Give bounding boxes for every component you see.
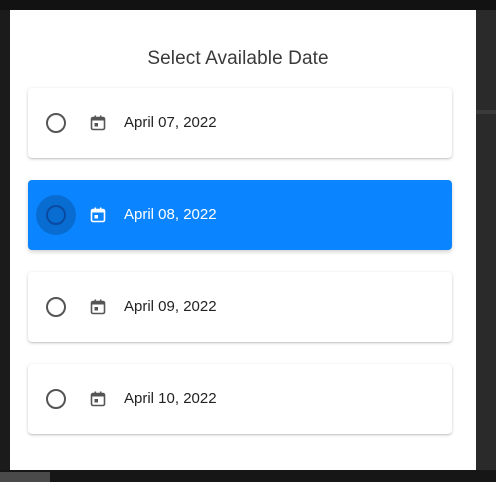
backdrop-chip bbox=[0, 472, 50, 482]
date-option-april-08[interactable]: April 08, 2022 bbox=[28, 180, 452, 250]
backdrop-right bbox=[476, 10, 496, 482]
radio-button-icon[interactable] bbox=[46, 389, 66, 409]
dialog-title: Select Available Date bbox=[147, 48, 329, 69]
calendar-icon bbox=[90, 391, 106, 407]
date-option-april-07[interactable]: April 07, 2022 bbox=[28, 88, 452, 158]
date-option-label: April 10, 2022 bbox=[124, 390, 217, 407]
radio-button-icon[interactable] bbox=[46, 113, 66, 133]
radio-ripple bbox=[36, 103, 76, 143]
radio-ripple bbox=[36, 379, 76, 419]
calendar-icon bbox=[90, 207, 106, 223]
radio-button-icon[interactable] bbox=[46, 297, 66, 317]
date-option-label: April 07, 2022 bbox=[124, 114, 217, 131]
date-option-label: April 08, 2022 bbox=[124, 206, 217, 223]
backdrop-divider bbox=[476, 110, 496, 114]
date-option-april-09[interactable]: April 09, 2022 bbox=[28, 272, 452, 342]
calendar-icon bbox=[90, 115, 106, 131]
date-option-april-10[interactable]: April 10, 2022 bbox=[28, 364, 452, 434]
radio-ripple bbox=[36, 287, 76, 327]
date-option-label: April 09, 2022 bbox=[124, 298, 217, 315]
date-picker-dialog: Select Available Date April 07, 2022 Apr… bbox=[10, 10, 476, 470]
radio-button-icon[interactable] bbox=[46, 205, 66, 225]
backdrop-top bbox=[0, 0, 496, 10]
backdrop-bottom bbox=[0, 470, 496, 482]
radio-ripple bbox=[36, 195, 76, 235]
calendar-icon bbox=[90, 299, 106, 315]
